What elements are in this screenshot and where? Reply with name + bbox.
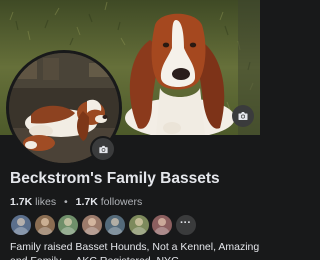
camera-icon (238, 112, 248, 120)
friend-avatar[interactable] (151, 214, 173, 236)
page-title: Beckstrom's Family Bassets (10, 170, 220, 187)
stats-separator: • (64, 196, 68, 208)
facebook-page-header: Beckstrom's Family Bassets 1.7K likes • … (0, 0, 260, 260)
edit-cover-photo-button[interactable] (232, 105, 254, 127)
friend-avatar[interactable] (104, 214, 126, 236)
friends-who-like-row[interactable]: ··· (10, 214, 197, 236)
page-bio: Family raised Basset Hounds, Not a Kenne… (10, 241, 260, 260)
camera-icon (98, 145, 108, 153)
friend-avatar[interactable] (57, 214, 79, 236)
edit-profile-picture-button[interactable] (90, 136, 116, 162)
likes-count[interactable]: 1.7K (10, 196, 32, 208)
followers-label[interactable]: followers (101, 196, 142, 208)
friend-avatar[interactable] (127, 214, 150, 236)
more-friends-button[interactable]: ··· (174, 214, 197, 236)
page-stats: 1.7K likes • 1.7K followers (10, 196, 142, 208)
likes-label[interactable]: likes (35, 196, 56, 208)
friend-avatar[interactable] (10, 214, 32, 236)
friend-avatar[interactable] (80, 214, 103, 236)
followers-count[interactable]: 1.7K (76, 196, 98, 208)
friend-avatar[interactable] (33, 214, 56, 236)
